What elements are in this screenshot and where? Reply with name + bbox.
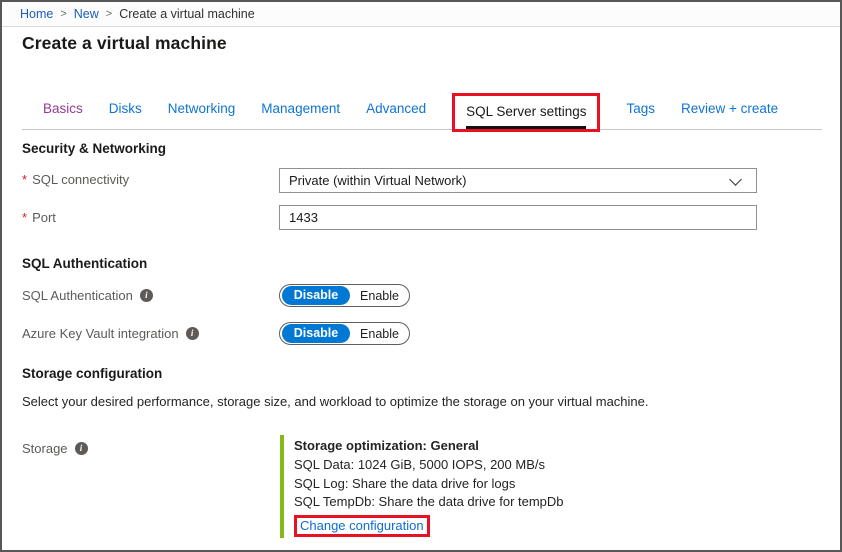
tab-review-create[interactable]: Review + create: [681, 101, 778, 129]
tab-bar: Basics Disks Networking Management Advan…: [22, 93, 822, 130]
page-title: Create a virtual machine: [22, 33, 227, 54]
breadcrumb-new[interactable]: New: [74, 7, 99, 21]
key-vault-label: Azure Key Vault integration i: [22, 326, 199, 341]
sql-authentication-label: SQL Authentication i: [22, 288, 153, 303]
sql-connectivity-value: Private (within Virtual Network): [289, 173, 466, 188]
sql-connectivity-select[interactable]: Private (within Virtual Network): [279, 168, 757, 193]
key-vault-disable-option[interactable]: Disable: [282, 324, 350, 343]
key-vault-enable-option[interactable]: Enable: [350, 327, 409, 341]
sql-authentication-toggle: Disable Enable: [279, 284, 410, 307]
breadcrumb-separator: >: [106, 8, 112, 20]
breadcrumb-current: Create a virtual machine: [119, 7, 254, 21]
tab-advanced[interactable]: Advanced: [366, 101, 426, 129]
required-marker: *: [22, 210, 27, 225]
storage-sql-tempdb: SQL TempDb: Share the data drive for tem…: [294, 493, 564, 512]
change-configuration-link[interactable]: Change configuration: [294, 515, 430, 537]
sql-connectivity-label: * SQL connectivity: [22, 172, 129, 187]
tab-management[interactable]: Management: [261, 101, 340, 129]
sql-authentication-disable-option[interactable]: Disable: [282, 286, 350, 305]
required-marker: *: [22, 172, 27, 187]
port-label-text: Port: [32, 210, 56, 225]
port-label: * Port: [22, 210, 56, 225]
breadcrumb-home[interactable]: Home: [20, 7, 53, 21]
chevron-down-icon: [729, 173, 742, 186]
tab-sql-server-settings[interactable]: SQL Server settings: [452, 93, 600, 132]
storage-sql-data: SQL Data: 1024 GiB, 5000 IOPS, 200 MB/s: [294, 456, 564, 475]
storage-label-text: Storage: [22, 441, 68, 456]
section-storage-configuration: Storage configuration: [22, 366, 162, 381]
tab-tags[interactable]: Tags: [626, 101, 655, 129]
port-input[interactable]: [279, 205, 757, 230]
key-vault-label-text: Azure Key Vault integration: [22, 326, 179, 341]
storage-description: Select your desired performance, storage…: [22, 394, 649, 409]
tab-sql-server-settings-label: SQL Server settings: [466, 104, 586, 129]
storage-sql-log: SQL Log: Share the data drive for logs: [294, 475, 564, 494]
key-vault-toggle: Disable Enable: [279, 322, 410, 345]
section-security-networking: Security & Networking: [22, 141, 166, 156]
sql-authentication-enable-option[interactable]: Enable: [350, 289, 409, 303]
info-icon[interactable]: i: [140, 289, 153, 302]
sql-authentication-label-text: SQL Authentication: [22, 288, 133, 303]
breadcrumb: Home > New > Create a virtual machine: [2, 2, 840, 27]
info-icon[interactable]: i: [75, 442, 88, 455]
sql-connectivity-label-text: SQL connectivity: [32, 172, 129, 187]
breadcrumb-separator: >: [60, 8, 66, 20]
tab-basics[interactable]: Basics: [43, 101, 83, 129]
section-sql-authentication: SQL Authentication: [22, 256, 147, 271]
tab-disks[interactable]: Disks: [109, 101, 142, 129]
info-icon[interactable]: i: [186, 327, 199, 340]
create-vm-blade: Home > New > Create a virtual machine Cr…: [0, 0, 842, 552]
tab-networking[interactable]: Networking: [168, 101, 236, 129]
storage-summary: Storage optimization: General SQL Data: …: [280, 435, 564, 538]
storage-label: Storage i: [22, 441, 88, 456]
storage-optimization-title: Storage optimization: General: [294, 436, 564, 456]
